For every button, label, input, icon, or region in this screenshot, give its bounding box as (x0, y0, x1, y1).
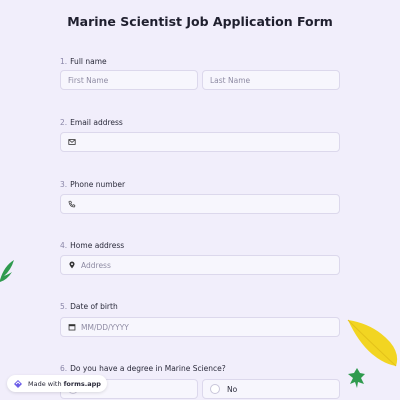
phone-icon (67, 199, 77, 209)
yellow-leaf-decoration (347, 319, 398, 367)
map-pin-icon (67, 260, 77, 270)
envelope-icon (67, 137, 77, 147)
last-name-placeholder: Last Name (210, 75, 251, 85)
email-field[interactable] (60, 132, 340, 152)
question-label-full-name: 1. Full name (60, 57, 107, 66)
question-number: 2. (60, 118, 68, 127)
question-text: Phone number (70, 180, 126, 189)
question-number: 6. (60, 364, 68, 373)
radio-circle (210, 384, 220, 394)
question-number: 1. (60, 57, 68, 66)
date-placeholder: MM/DD/YYYY (81, 322, 129, 332)
green-leaf-left-decoration (0, 260, 14, 282)
first-name-placeholder: First Name (68, 75, 109, 85)
question-number: 3. (60, 180, 68, 189)
date-of-birth-field[interactable]: MM/DD/YYYY (60, 317, 340, 337)
made-with-forms-app-badge[interactable]: Made with forms.app (7, 375, 107, 392)
question-text: Do you have a degree in Marine Science? (70, 364, 226, 373)
address-field[interactable]: Address (60, 255, 340, 275)
question-number: 5. (60, 302, 68, 311)
question-text: Email address (70, 118, 123, 127)
forms-app-logo-icon (14, 379, 22, 388)
question-number: 4. (60, 241, 68, 250)
phone-field[interactable] (60, 194, 340, 214)
question-text: Date of birth (70, 302, 118, 311)
page-title: Marine Scientist Job Application Form (67, 14, 333, 29)
badge-brand: forms.app (63, 379, 101, 388)
radio-option-label: No (227, 384, 238, 394)
address-placeholder: Address (81, 260, 111, 270)
green-leaf-right-decoration (348, 368, 365, 388)
question-label-dob: 5. Date of birth (60, 302, 118, 311)
question-label-degree: 6. Do you have a degree in Marine Science… (60, 364, 226, 373)
question-text: Full name (70, 57, 107, 66)
badge-prefix: Made with (28, 379, 62, 388)
question-label-phone: 3. Phone number (60, 180, 125, 189)
radio-option-no[interactable]: No (202, 379, 340, 399)
last-name-input[interactable]: Last Name (202, 70, 340, 90)
calendar-icon (67, 322, 77, 332)
question-label-address: 4. Home address (60, 241, 124, 250)
first-name-input[interactable]: First Name (60, 70, 198, 90)
question-text: Home address (70, 241, 125, 250)
question-label-email: 2. Email address (60, 118, 123, 127)
